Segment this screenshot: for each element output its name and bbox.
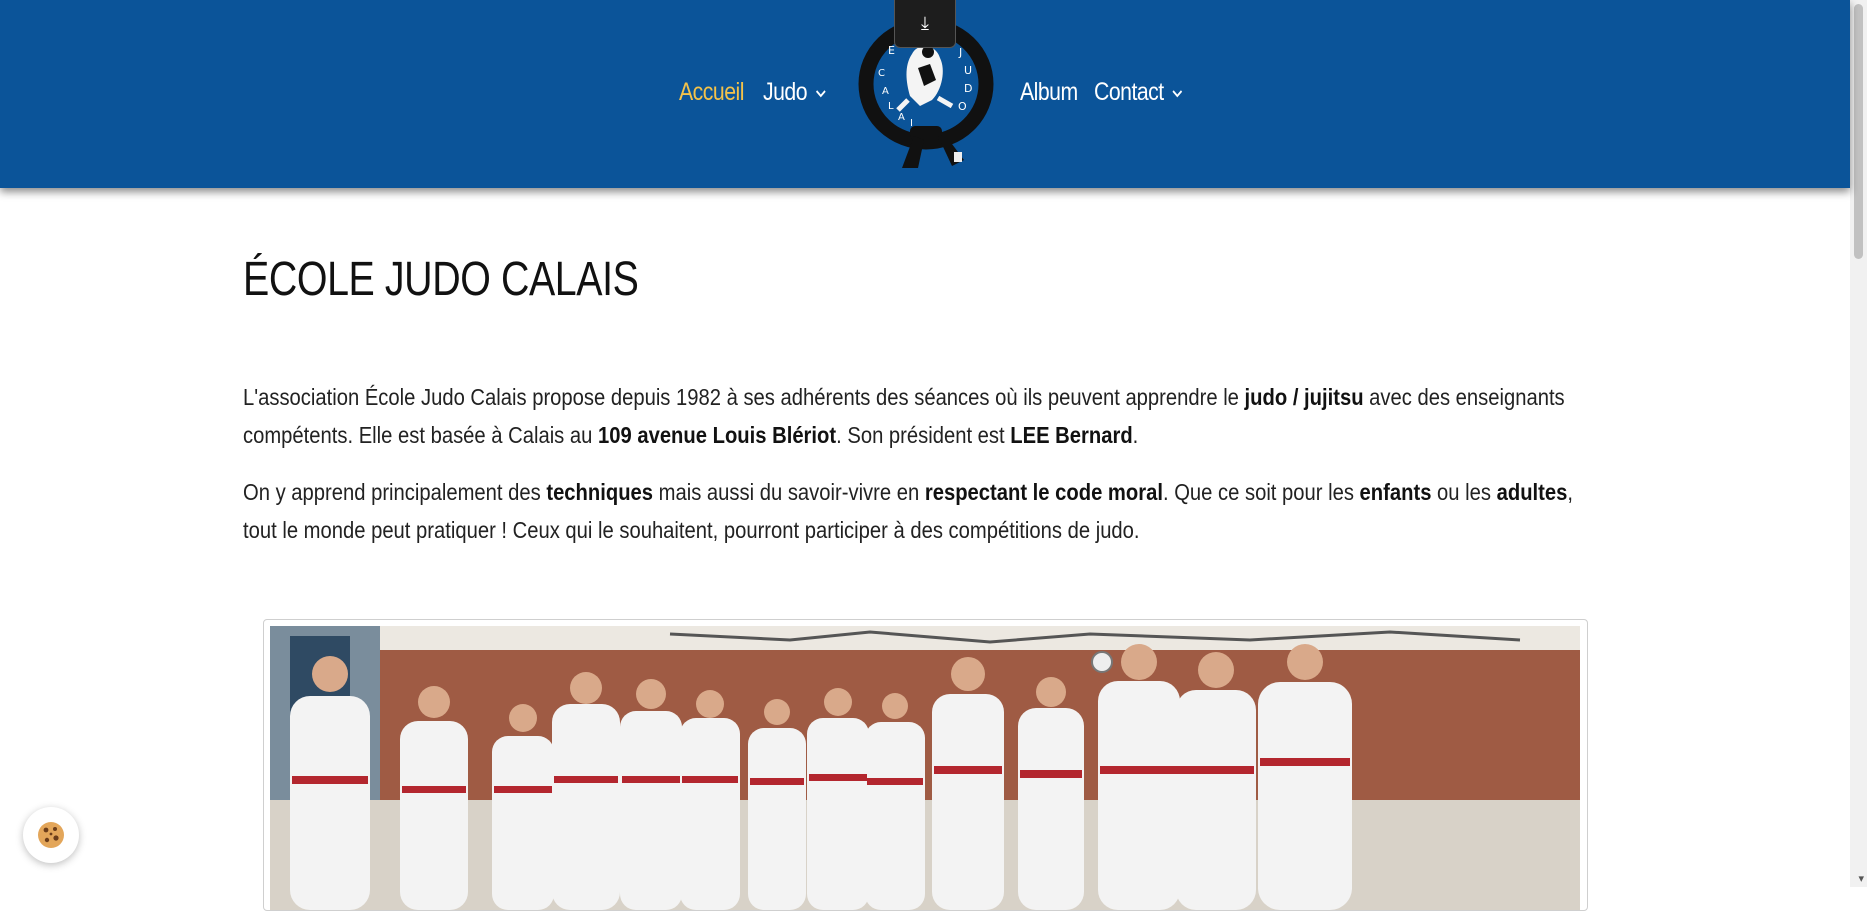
bold-president: LEE Bernard	[1010, 422, 1133, 448]
nav-album-label: Album	[1020, 78, 1078, 106]
description-paragraph: On y apprend principalement des techniqu…	[243, 473, 1610, 549]
svg-text:O: O	[958, 100, 967, 113]
download-icon: ⤓	[921, 13, 929, 33]
bold-code-moral: respectant le code moral	[924, 479, 1163, 505]
svg-text:A: A	[898, 112, 905, 123]
scroll-down-arrow-icon[interactable]: ▾	[1858, 872, 1864, 885]
vertical-scrollbar[interactable]: ▾	[1850, 0, 1867, 887]
scrollbar-thumb[interactable]	[1854, 4, 1863, 259]
svg-text:L: L	[888, 101, 894, 112]
nav-judo[interactable]: Judo	[763, 78, 826, 107]
text-span: . Que ce soit pour les	[1162, 479, 1360, 505]
nav-judo-label: Judo	[763, 78, 808, 106]
bold-adultes: adultes	[1496, 479, 1568, 505]
text-span: On y apprend principalement des	[243, 479, 547, 505]
svg-text:I: I	[910, 118, 913, 129]
svg-text:C: C	[878, 68, 885, 79]
text-span: L'association École Judo Calais propose …	[243, 384, 1245, 410]
text-span: .	[1132, 422, 1139, 448]
chevron-down-icon	[815, 82, 826, 103]
bold-address: 109 avenue Louis Blériot	[598, 422, 837, 448]
chevron-down-icon	[1172, 82, 1183, 103]
nav-album[interactable]: Album	[1020, 78, 1078, 107]
site-header: Accueil Judo Album Contact ⤓ E C A L A I	[0, 0, 1850, 188]
nav-contact-label: Contact	[1094, 78, 1164, 106]
nav-accueil[interactable]: Accueil	[679, 78, 744, 107]
download-button[interactable]: ⤓	[894, 0, 956, 48]
bold-techniques: techniques	[546, 479, 654, 505]
page-title: ÉCOLE JUDO CALAIS	[243, 253, 639, 306]
nav-accueil-label: Accueil	[679, 78, 744, 106]
text-span: . Son président est	[836, 422, 1011, 448]
cookie-icon	[38, 822, 64, 848]
bold-judo-jujitsu: judo / jujitsu	[1244, 384, 1364, 410]
group-photo[interactable]	[270, 626, 1580, 910]
svg-text:D: D	[964, 82, 972, 95]
text-span: ou les	[1431, 479, 1497, 505]
svg-text:J: J	[958, 46, 962, 59]
cookie-settings-button[interactable]	[23, 807, 79, 863]
photo-frame	[263, 619, 1588, 911]
svg-text:A: A	[882, 86, 889, 97]
svg-text:U: U	[964, 64, 972, 77]
bold-enfants: enfants	[1359, 479, 1432, 505]
text-span: mais aussi du savoir-vivre en	[653, 479, 925, 505]
svg-text:E: E	[888, 44, 895, 57]
judokas-group-image	[270, 626, 1580, 910]
nav-contact[interactable]: Contact	[1094, 78, 1183, 107]
intro-paragraph: L'association École Judo Calais propose …	[243, 378, 1610, 454]
